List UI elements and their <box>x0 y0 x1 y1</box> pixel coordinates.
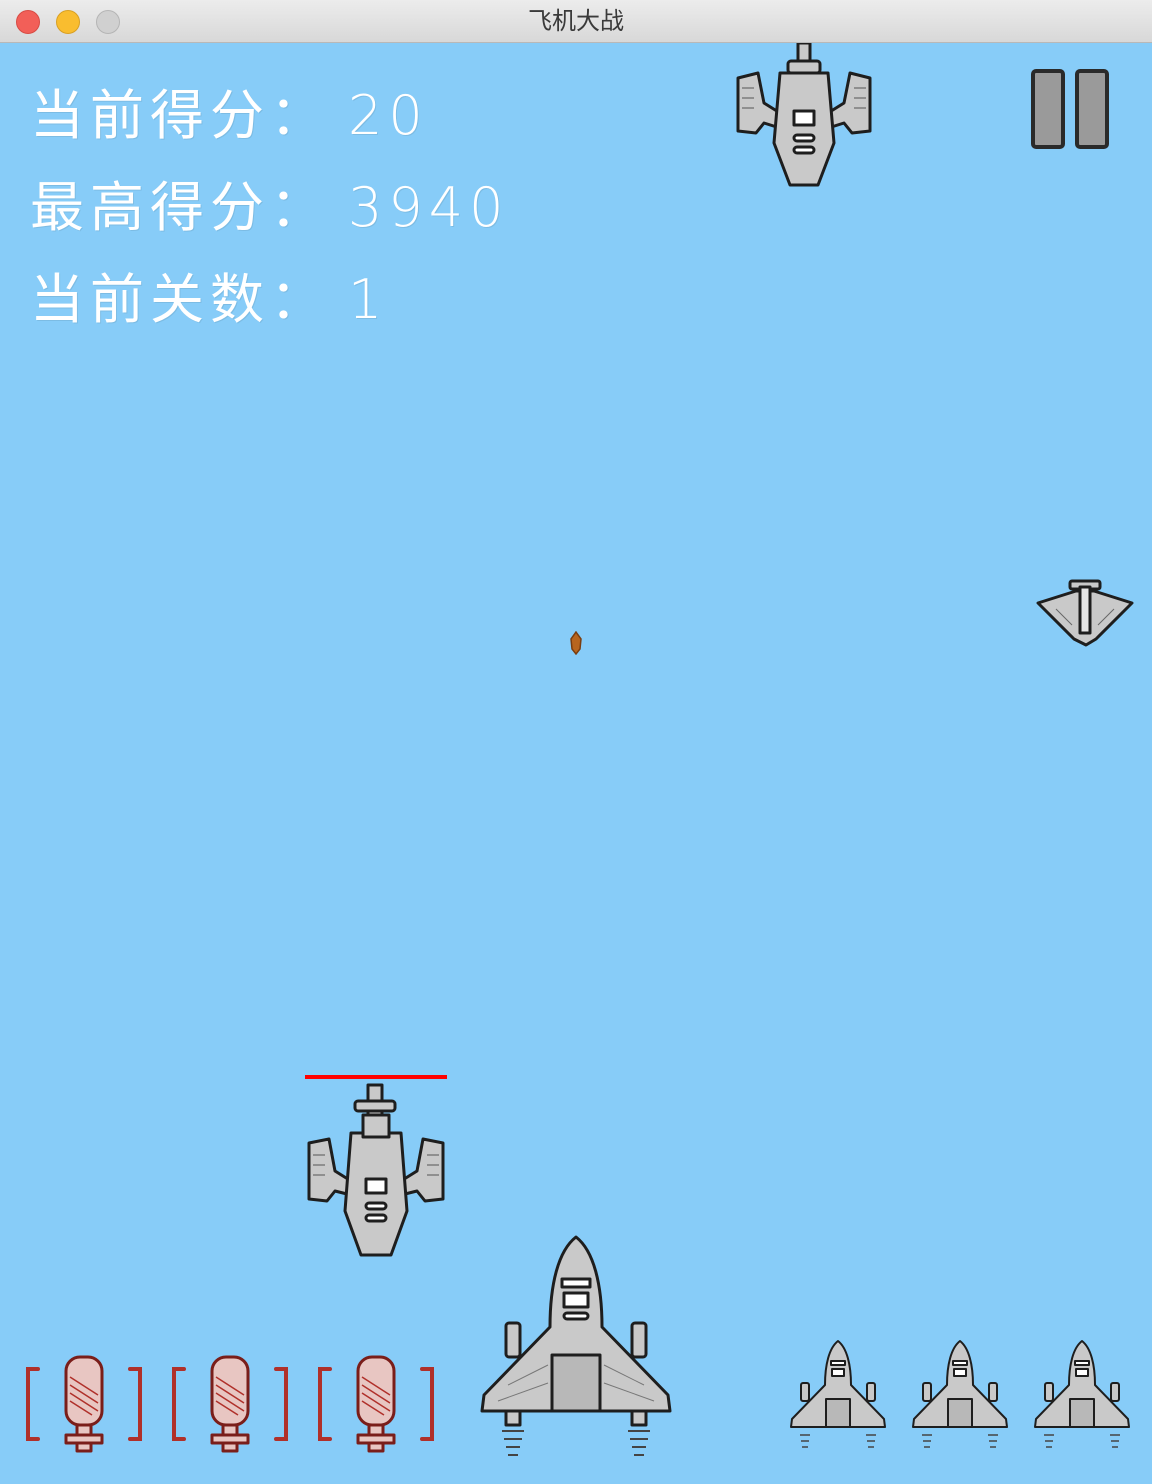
bomb-icon[interactable] <box>314 1355 438 1457</box>
high-score: 最高得分： 3940 <box>30 163 509 242</box>
life-plane-icon <box>912 1340 1008 1448</box>
enemy-plane-small <box>1036 579 1134 647</box>
current-score: 当前得分： 20 <box>30 71 429 150</box>
life-plane-icon <box>790 1340 886 1448</box>
enemy-plane-medium-damaged <box>307 1083 445 1257</box>
enemy-bullet <box>570 631 582 655</box>
bomb-icon[interactable] <box>22 1355 146 1457</box>
window-title: 飞机大战 <box>528 7 624 35</box>
high-score-label: 最高得分： <box>30 176 330 239</box>
life-plane-icon <box>1034 1340 1130 1448</box>
pause-icon <box>1031 69 1109 149</box>
game-canvas[interactable]: 当前得分： 20 最高得分： 3940 当前关数： 1 <box>0 43 1152 1484</box>
current-score-value: 20 <box>348 84 429 147</box>
title-bar: 飞机大战 <box>0 0 1152 43</box>
current-level: 当前关数： 1 <box>30 255 388 334</box>
bomb-icon[interactable] <box>168 1355 292 1457</box>
enemy-plane-medium <box>736 43 872 187</box>
current-level-value: 1 <box>348 268 389 331</box>
high-score-value: 3940 <box>348 176 510 239</box>
current-score-label: 当前得分： <box>30 84 330 147</box>
enemy-health-bar <box>305 1075 447 1079</box>
pause-button[interactable] <box>1030 68 1110 150</box>
current-level-label: 当前关数： <box>30 268 330 331</box>
player-plane[interactable] <box>478 1235 674 1475</box>
game-window: 飞机大战 当前得分： 20 最高得分： 3940 当前关数： 1 <box>0 0 1152 1484</box>
